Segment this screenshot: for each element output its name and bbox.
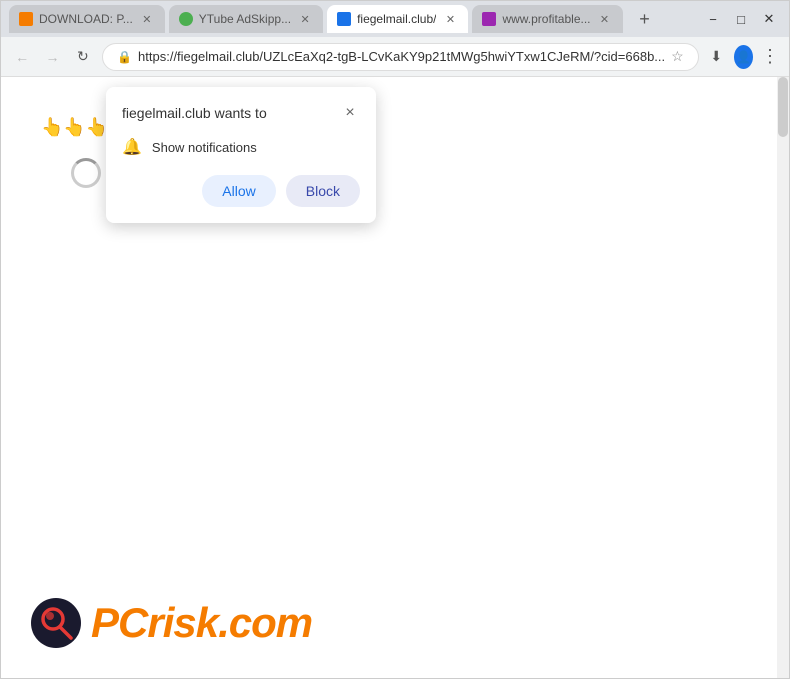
tab-favicon-1 [19,12,33,26]
scrollbar-thumb[interactable] [778,77,788,137]
tab-favicon-4 [482,12,496,26]
tab-label-2: YTube AdSkipp... [199,12,291,26]
tab-profitable[interactable]: www.profitable... ✕ [472,5,622,33]
popup-title: fiegelmail.club wants to [122,105,267,121]
title-bar: DOWNLOAD: P... ✕ YTube AdSkipp... ✕ fieg… [1,1,789,37]
menu-icon[interactable]: ⋮ [761,46,779,67]
logo-svg [33,600,79,646]
close-button[interactable]: ✕ [757,10,781,28]
pcrisk-logo [31,598,81,648]
browser-frame: DOWNLOAD: P... ✕ YTube AdSkipp... ✕ fieg… [0,0,790,679]
popup-buttons: Allow Block [122,175,360,207]
download-icon[interactable]: ⬇ [707,45,726,69]
tab-close-1[interactable]: ✕ [139,11,155,27]
tab-close-3[interactable]: ✕ [442,11,458,27]
loading-spinner [71,158,101,188]
back-button[interactable]: ← [11,43,33,71]
allow-button[interactable]: Allow [202,175,275,207]
watermark-com: .com [218,599,312,646]
address-bar: ← → ↻ 🔒 https://fiegelmail.club/UZLcEaXq… [1,37,789,77]
profile-icon[interactable]: 👤 [734,45,753,69]
tab-label-4: www.profitable... [502,12,590,26]
popup-close-button[interactable]: × [340,103,360,123]
tab-ytube[interactable]: YTube AdSkipp... ✕ [169,5,323,33]
tab-favicon-2 [179,12,193,26]
new-tab-button[interactable]: + [631,5,659,33]
tab-label-3: fiegelmail.club/ [357,12,436,26]
notification-popup: fiegelmail.club wants to × 🔔 Show notifi… [106,87,376,223]
block-button[interactable]: Block [286,175,360,207]
bookmark-icon[interactable]: ☆ [671,48,684,65]
forward-button[interactable]: → [41,43,63,71]
lock-icon: 🔒 [117,50,132,64]
minimize-button[interactable]: − [701,10,725,28]
tab-close-4[interactable]: ✕ [597,11,613,27]
reload-button[interactable]: ↻ [72,43,94,71]
watermark-pc: PC [91,599,147,646]
popup-header: fiegelmail.club wants to × [122,103,360,123]
window-controls: − □ ✕ [701,10,781,28]
bell-icon: 🔔 [122,137,142,157]
tab-close-2[interactable]: ✕ [297,11,313,27]
tab-favicon-3 [337,12,351,26]
watermark: PCrisk.com [31,598,312,648]
notification-text: Show notifications [152,140,257,155]
watermark-text: PCrisk.com [91,599,312,647]
maximize-button[interactable]: □ [729,10,753,28]
address-input[interactable]: 🔒 https://fiegelmail.club/UZLcEaXq2-tgB-… [102,43,699,71]
address-text: https://fiegelmail.club/UZLcEaXq2-tgB-LC… [138,49,665,64]
popup-notification-row: 🔔 Show notifications [122,137,360,157]
page-content: fiegelmail.club wants to × 🔔 Show notifi… [1,77,789,678]
tab-download[interactable]: DOWNLOAD: P... ✕ [9,5,165,33]
tab-label-1: DOWNLOAD: P... [39,12,133,26]
scrollbar[interactable] [777,77,789,678]
tab-fiegelmail[interactable]: fiegelmail.club/ ✕ [327,5,468,33]
watermark-risk: risk [147,599,218,646]
